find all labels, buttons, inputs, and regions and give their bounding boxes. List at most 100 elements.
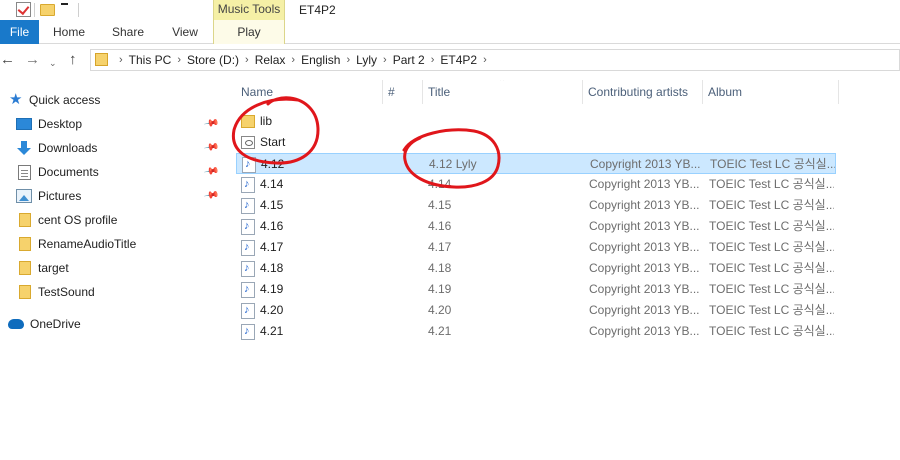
file-album: TOEIC Test LC 공식실... <box>709 240 834 254</box>
tab-view[interactable]: View <box>162 20 208 44</box>
tab-play[interactable]: Play <box>213 20 285 44</box>
file-title: 4.15 <box>428 198 452 212</box>
breadcrumb-lyly[interactable]: Lyly <box>356 53 377 67</box>
table-row[interactable]: 4.17 4.17 Copyright 2013 YB... TOEIC Tes… <box>236 237 836 258</box>
sidebar-item-cent-os-profile[interactable]: cent OS profile <box>0 208 225 232</box>
file-name: 4.16 <box>260 219 284 233</box>
tab-file[interactable]: File <box>0 20 39 44</box>
shortcut-row-start[interactable]: Start <box>236 132 836 153</box>
sidebar-item-testsound[interactable]: TestSound <box>0 280 225 304</box>
file-name: 4.15 <box>260 198 284 212</box>
column-header-album[interactable]: Album <box>703 80 839 104</box>
properties-icon[interactable] <box>16 2 31 17</box>
file-title: 4.19 <box>428 282 452 296</box>
shortcut-icon <box>241 136 255 149</box>
file-title: 4.18 <box>428 261 452 275</box>
column-header-name[interactable]: Name <box>236 80 383 104</box>
chevron-right-icon[interactable]: › <box>383 54 387 66</box>
navigation-pane: ★ Quick access Desktop 📌 Downloads 📌 Doc… <box>0 82 225 342</box>
file-title: 4.16 <box>428 219 452 233</box>
sidebar-item-renameaudiotitle[interactable]: RenameAudioTitle <box>0 232 225 256</box>
file-title: 4.12 Lyly <box>429 157 477 171</box>
sidebar-item-pictures[interactable]: Pictures 📌 <box>0 184 225 208</box>
recent-locations-icon[interactable]: ⌄ <box>49 55 57 71</box>
sidebar-item-label: TestSound <box>38 285 95 299</box>
file-artists: Copyright 2013 YB... <box>589 177 699 191</box>
column-header-number[interactable]: # <box>383 80 423 104</box>
breadcrumb-relax[interactable]: Relax <box>255 53 286 67</box>
table-row[interactable]: 4.19 4.19 Copyright 2013 YB... TOEIC Tes… <box>236 279 836 300</box>
new-folder-icon[interactable] <box>40 4 55 16</box>
file-album: TOEIC Test LC 공식실... <box>710 157 835 171</box>
chevron-right-icon[interactable]: › <box>177 54 181 66</box>
up-arrow-icon[interactable]: ↑ <box>69 52 77 68</box>
chevron-right-icon[interactable]: › <box>291 54 295 66</box>
file-name: lib <box>260 114 273 128</box>
music-tools-label: Music Tools <box>213 0 285 20</box>
folder-icon <box>19 237 31 251</box>
file-album: TOEIC Test LC 공식실... <box>709 282 834 296</box>
audio-file-icon <box>241 240 255 256</box>
table-row[interactable]: 4.20 4.20 Copyright 2013 YB... TOEIC Tes… <box>236 300 836 321</box>
breadcrumb-this-pc[interactable]: This PC <box>129 53 172 67</box>
file-name: 4.12 <box>261 157 285 171</box>
folder-row-lib[interactable]: lib <box>236 111 836 132</box>
ribbon-tabs: File Home Share View Play <box>0 20 900 44</box>
table-row[interactable]: 4.16 4.16 Copyright 2013 YB... TOEIC Tes… <box>236 216 836 237</box>
file-album: TOEIC Test LC 공식실... <box>709 261 834 275</box>
audio-file-icon <box>241 324 255 340</box>
forward-arrow-icon[interactable]: → <box>25 52 40 68</box>
column-header-contributing-artists[interactable]: Contributing artists <box>583 80 703 104</box>
chevron-right-icon[interactable]: › <box>346 54 350 66</box>
audio-file-icon <box>241 219 255 235</box>
sidebar-item-quick-access[interactable]: ★ Quick access <box>0 88 225 112</box>
audio-file-icon <box>241 177 255 193</box>
navigation-row: ← → ⌄ ↑ › This PC › Store (D:) › Relax ›… <box>0 44 900 78</box>
sidebar-item-desktop[interactable]: Desktop 📌 <box>0 112 225 136</box>
file-artists: Copyright 2013 YB... <box>589 261 699 275</box>
table-row[interactable]: 4.21 4.21 Copyright 2013 YB... TOEIC Tes… <box>236 321 836 340</box>
audio-file-icon <box>242 157 256 173</box>
sidebar-item-label: OneDrive <box>30 317 81 331</box>
pin-icon[interactable]: 📌 <box>203 115 220 131</box>
pin-icon[interactable]: 📌 <box>203 163 220 179</box>
sidebar-item-onedrive[interactable]: OneDrive <box>0 312 225 336</box>
chevron-right-icon[interactable]: › <box>245 54 249 66</box>
sidebar-item-target[interactable]: target <box>0 256 225 280</box>
window-title: ET4P2 <box>299 3 336 17</box>
breadcrumb: › This PC › Store (D:) › Relax › English… <box>113 50 493 70</box>
sidebar-item-downloads[interactable]: Downloads 📌 <box>0 136 225 160</box>
sidebar-item-label: Downloads <box>38 141 98 155</box>
sidebar-item-label: Quick access <box>29 93 101 107</box>
file-name: 4.18 <box>260 261 284 275</box>
file-album: TOEIC Test LC 공식실... <box>709 303 834 317</box>
file-artists: Copyright 2013 YB... <box>589 198 699 212</box>
pin-icon[interactable]: 📌 <box>203 139 220 155</box>
table-row[interactable]: 4.18 4.18 Copyright 2013 YB... TOEIC Tes… <box>236 258 836 279</box>
file-artists: Copyright 2013 YB... <box>589 219 699 233</box>
breadcrumb-english[interactable]: English <box>301 53 340 67</box>
table-row[interactable]: 4.15 4.15 Copyright 2013 YB... TOEIC Tes… <box>236 195 836 216</box>
sidebar-item-label: Desktop <box>38 117 83 131</box>
chevron-right-icon[interactable]: › <box>119 54 123 66</box>
pin-icon[interactable]: 📌 <box>203 187 220 203</box>
folder-icon <box>19 285 31 299</box>
file-list: Name # Title ⌃ Contributing artists Albu… <box>236 80 900 340</box>
breadcrumb-part-2[interactable]: Part 2 <box>393 53 425 67</box>
folder-icon <box>19 261 31 275</box>
breadcrumb-store-d[interactable]: Store (D:) <box>187 53 239 67</box>
sort-ascending-icon: ⌃ <box>498 80 507 88</box>
back-arrow-icon[interactable]: ← <box>0 52 15 68</box>
sidebar-item-label: cent OS profile <box>38 213 118 227</box>
table-row[interactable]: 4.14 4.14 Copyright 2013 YB... TOEIC Tes… <box>236 174 836 195</box>
chevron-right-icon[interactable]: › <box>431 54 435 66</box>
tab-share[interactable]: Share <box>100 20 156 44</box>
table-row-selected[interactable]: 4.12 4.12 Lyly Copyright 2013 YB... TOEI… <box>236 153 836 174</box>
chevron-right-icon[interactable]: › <box>483 54 487 66</box>
sidebar-item-documents[interactable]: Documents 📌 <box>0 160 225 184</box>
tab-home[interactable]: Home <box>44 20 94 44</box>
breadcrumb-et4p2[interactable]: ET4P2 <box>440 53 477 67</box>
sidebar-item-label: Documents <box>38 165 99 179</box>
folder-icon <box>241 115 255 128</box>
address-bar[interactable]: › This PC › Store (D:) › Relax › English… <box>90 49 900 71</box>
